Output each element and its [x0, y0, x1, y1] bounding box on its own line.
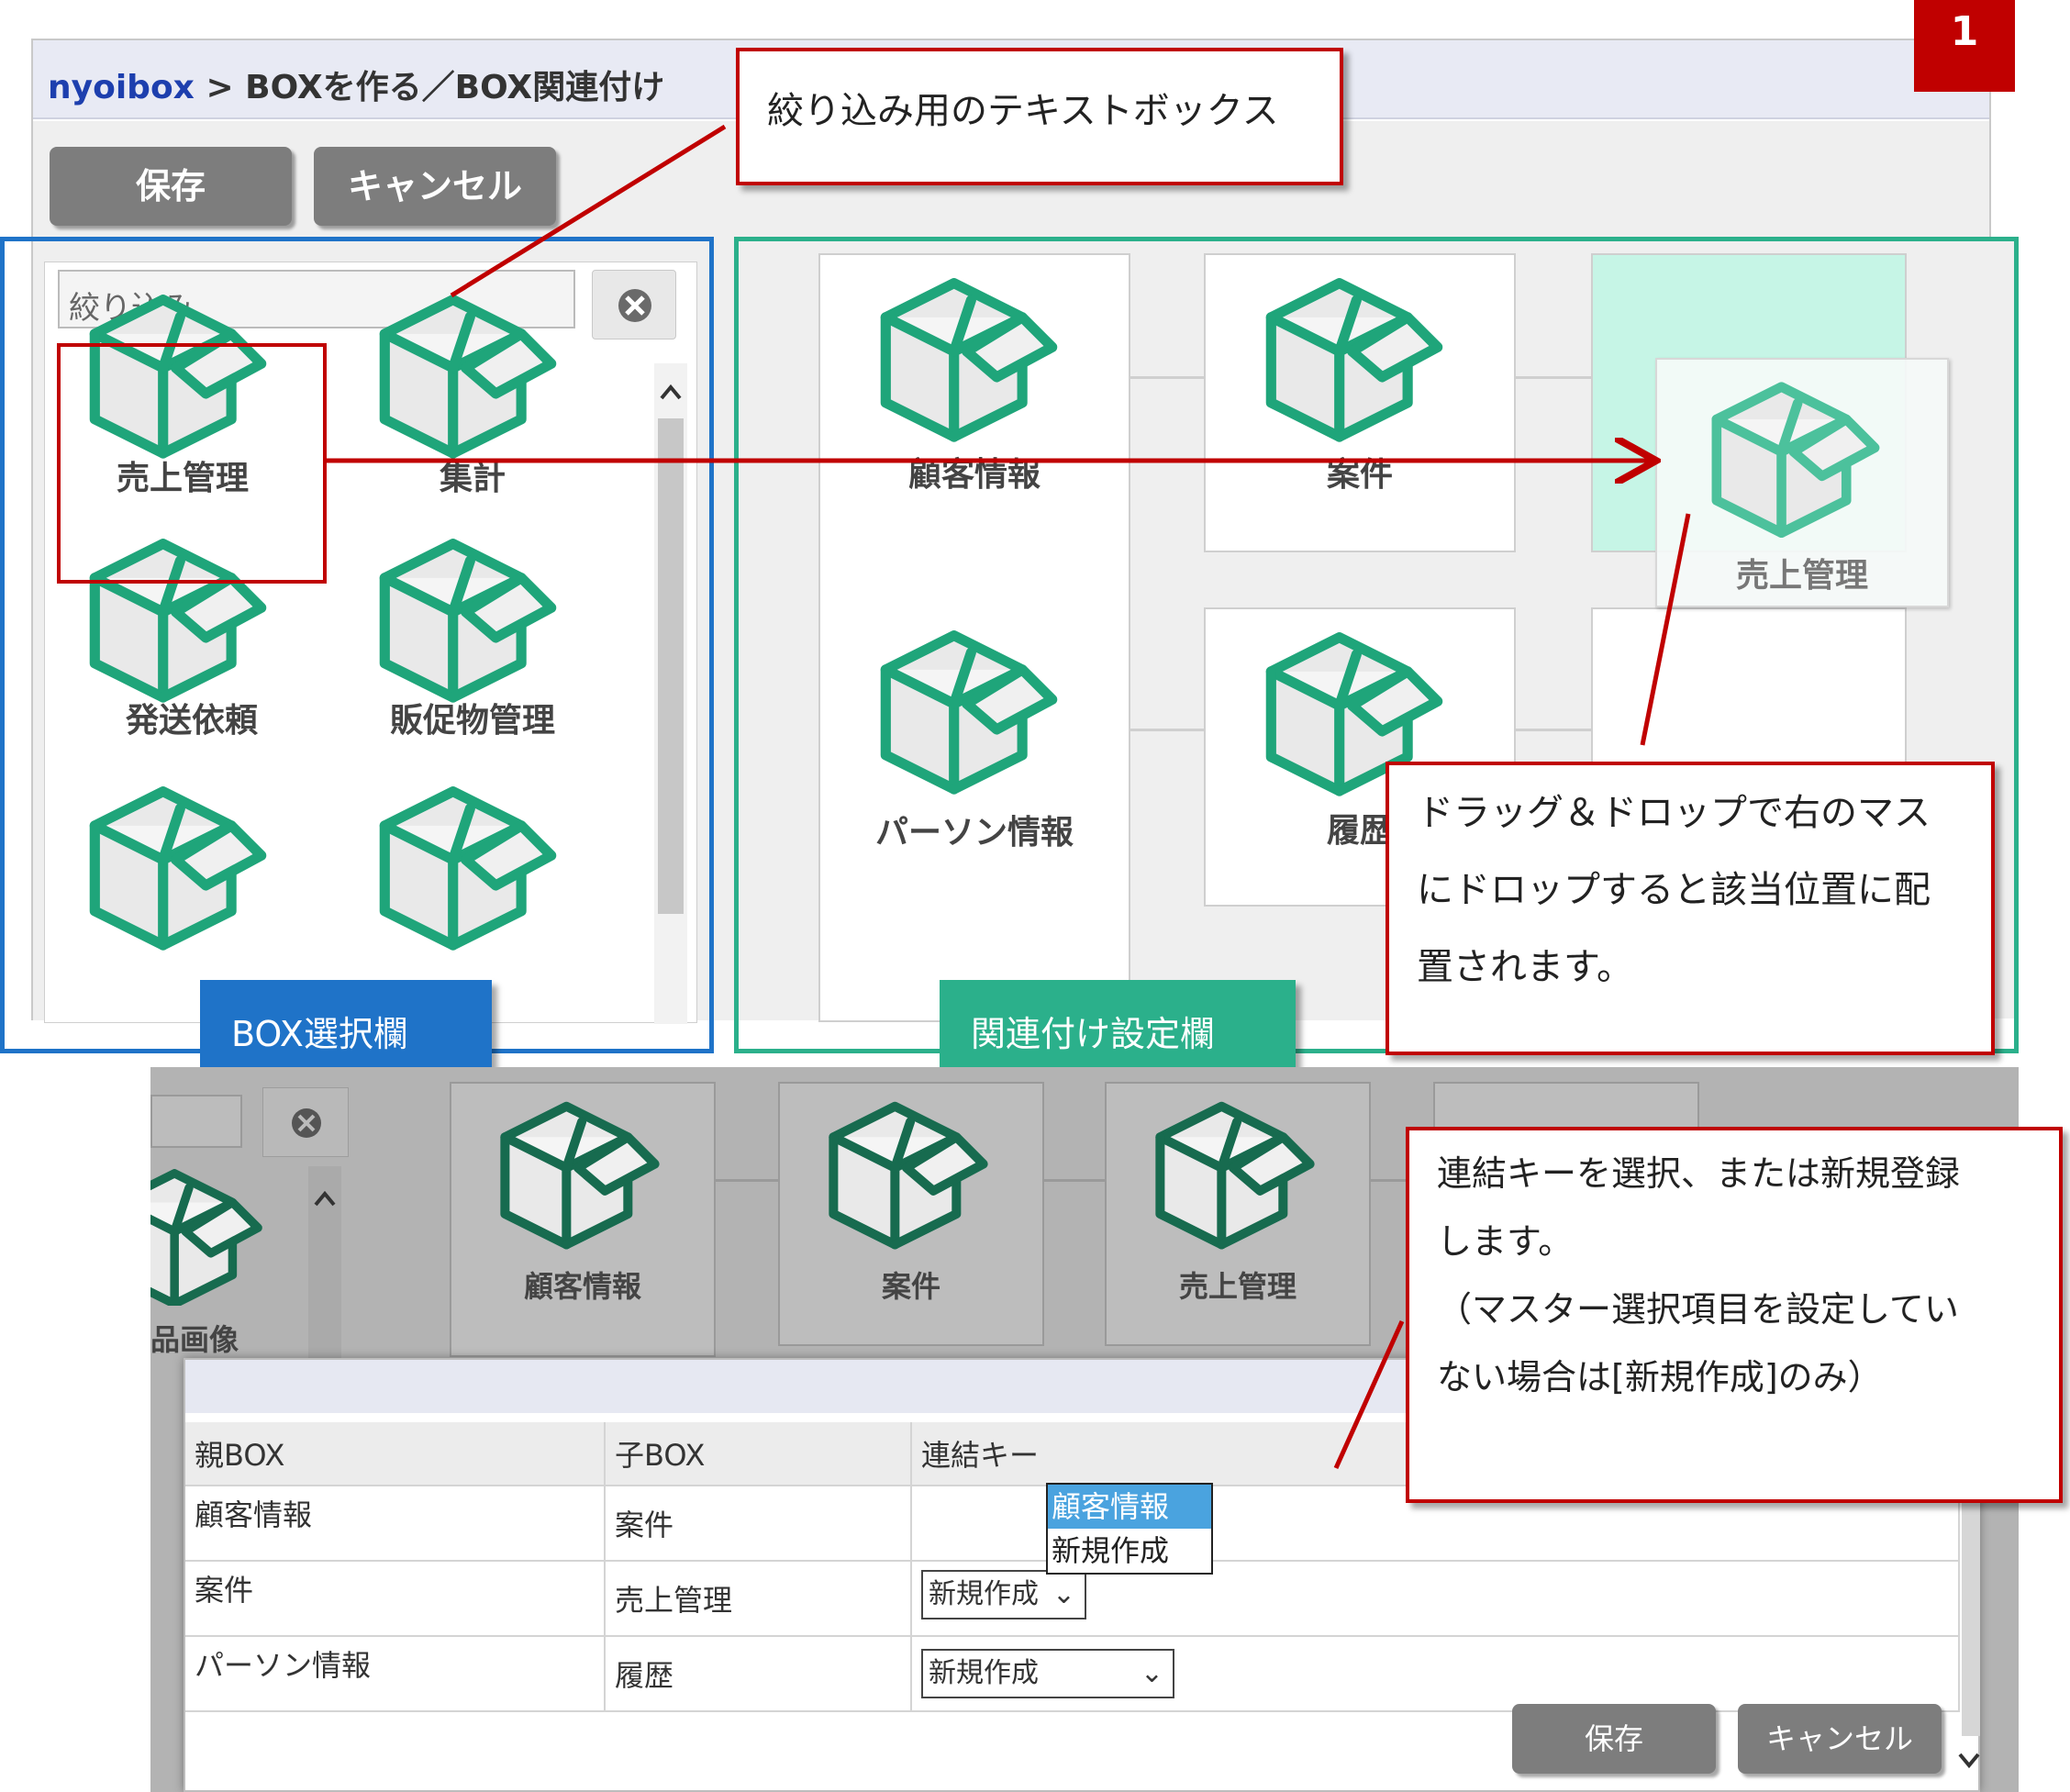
callout-line: します。	[1437, 1221, 1574, 1262]
key-select-value: 新規作成	[929, 1657, 1039, 1689]
connector	[1044, 1179, 1105, 1182]
drag-drop-callout: ドラッグ＆ドロップで右のマス にドロップすると該当位置に配 置されます。	[1386, 762, 1995, 1055]
relation-tile-label: 案件	[881, 1269, 940, 1304]
table-row: パーソン情報 履歴 新規作成 ⌄	[185, 1636, 1960, 1712]
key-select[interactable]: 新規作成 ⌄	[921, 1570, 1086, 1619]
clear-filter-button[interactable]	[262, 1087, 349, 1157]
callout-line: ない場合は[新規作成]のみ）	[1437, 1357, 1883, 1397]
box-icon	[1134, 1091, 1336, 1256]
parent-box-cell: 案件	[185, 1561, 606, 1637]
chevron-down-icon: ⌄	[1140, 1657, 1163, 1689]
key-select-value: 新規作成	[929, 1578, 1039, 1610]
box-item-label-partial: 品画像	[150, 1322, 239, 1357]
parent-box-cell: 顧客情報	[185, 1486, 606, 1562]
chevron-down-icon: ⌄	[1052, 1578, 1075, 1610]
callout-line: （マスター選択項目を設定してい	[1437, 1289, 1959, 1330]
box-icon	[479, 1091, 681, 1256]
dialog-cancel-button[interactable]: キャンセル	[1738, 1704, 1942, 1774]
scroll-up-icon[interactable]	[308, 1181, 341, 1218]
clear-icon	[292, 1108, 321, 1138]
callout-line: にドロップすると該当位置に配	[1417, 869, 1931, 911]
dropdown-option-selected[interactable]: 顧客情報	[1048, 1485, 1211, 1529]
key-cell: 新規作成 ⌄	[911, 1636, 1960, 1712]
key-select[interactable]: 新規作成 ⌄	[921, 1649, 1174, 1698]
dropdown-option[interactable]: 新規作成	[1048, 1529, 1211, 1573]
dialog-save-button[interactable]: 保存	[1512, 1704, 1716, 1774]
box-icon	[807, 1091, 1009, 1256]
filter-input-partial[interactable]	[150, 1095, 242, 1148]
column-header: 親BOX	[185, 1422, 606, 1486]
relation-tile-label: 顧客情報	[523, 1269, 641, 1304]
parent-box-cell: パーソン情報	[185, 1636, 606, 1712]
callout-line: 連結キーを選択、または新規登録	[1437, 1153, 1961, 1194]
callout-line: ドラッグ＆ドロップで右のマス	[1417, 792, 1931, 834]
child-box-cell: 案件	[605, 1486, 912, 1562]
relation-tile[interactable]: 顧客情報	[450, 1082, 716, 1357]
key-callout: 連結キーを選択、または新規登録 します。 （マスター選択項目を設定してい ない場…	[1406, 1127, 2063, 1503]
box-item-partial[interactable]	[150, 1159, 279, 1306]
child-box-cell: 履歴	[605, 1636, 912, 1712]
scroll-down-icon[interactable]	[1953, 1743, 1986, 1776]
column-header: 子BOX	[605, 1422, 912, 1486]
filter-callout-text: 絞り込み用のテキストボックス	[767, 90, 1279, 132]
key-dropdown[interactable]: 顧客情報 新規作成	[1046, 1483, 1213, 1575]
filter-callout: 絞り込み用のテキストボックス	[736, 48, 1343, 185]
relation-tile[interactable]: 案件	[778, 1082, 1044, 1346]
child-box-cell: 売上管理	[605, 1561, 912, 1637]
box-icon	[150, 1159, 279, 1306]
connector	[716, 1179, 778, 1182]
callout-line: 置されます。	[1417, 946, 1633, 988]
